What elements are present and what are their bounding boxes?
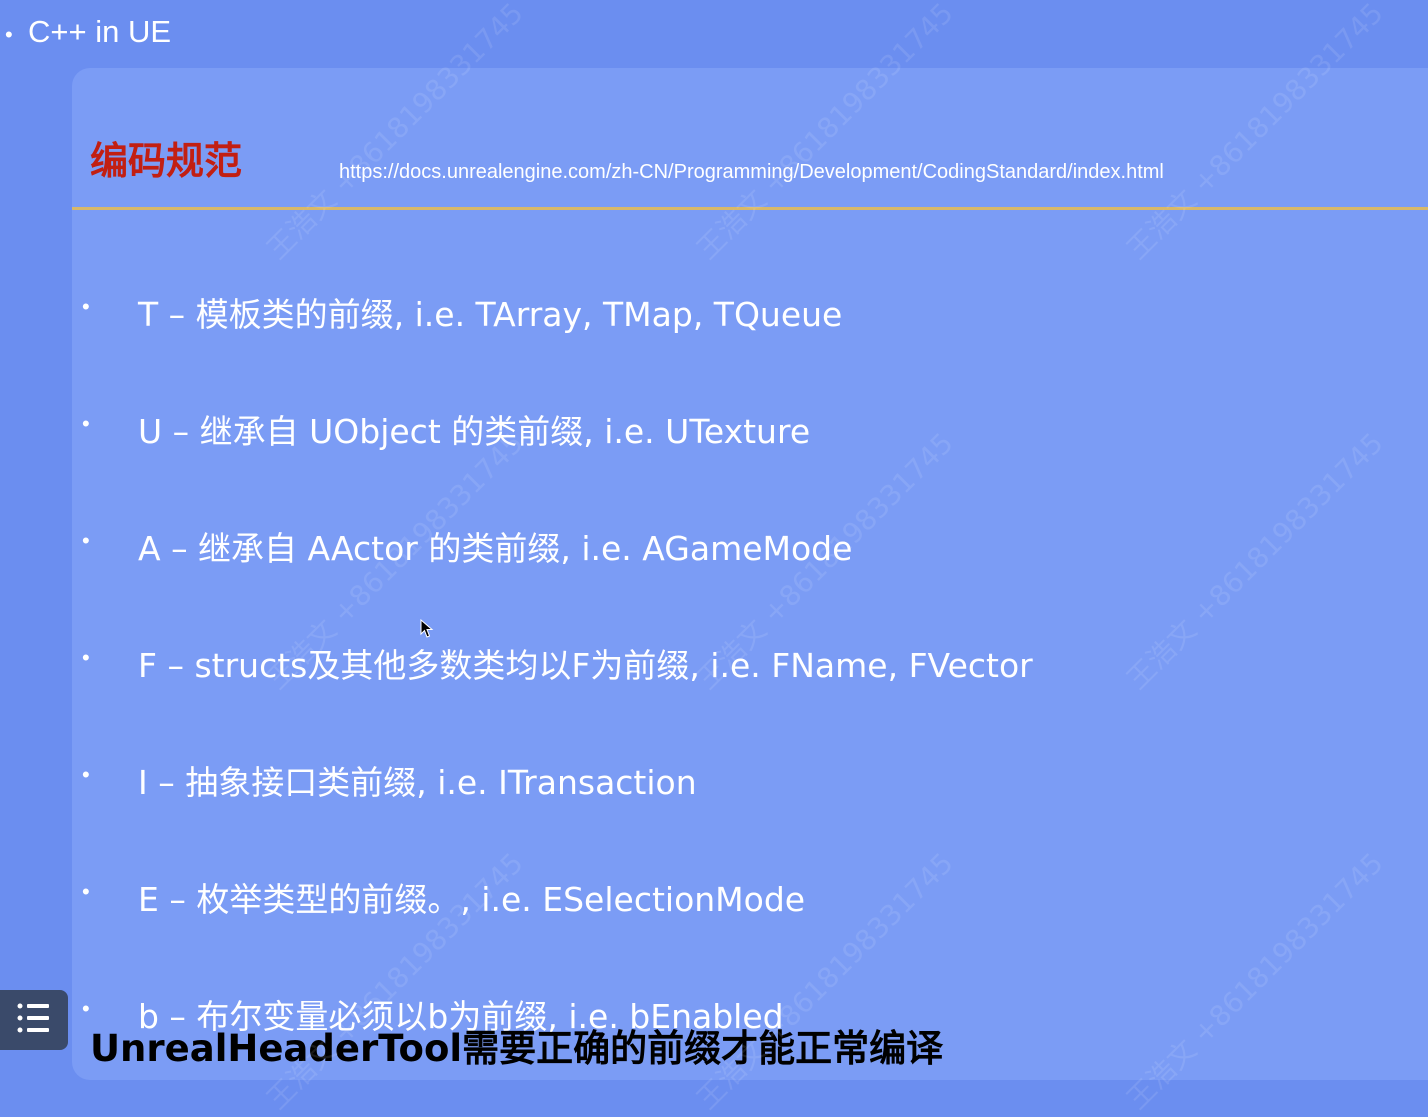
bullet-item-e-prefix: • E – 枚举类型的前缀。, i.e. ESelectionMode [72, 863, 1372, 923]
slide-heading: 编码规范 [90, 139, 243, 183]
bullet-text: T – 模板类的前缀, i.e. TArray, TMap, TQueue [138, 295, 843, 334]
bullet-text: F – structs及其他多数类均以F为前缀, i.e. FName, FVe… [138, 646, 1033, 685]
bullet-marker: • [82, 528, 90, 553]
bullet-item-f-prefix: • F – structs及其他多数类均以F为前缀, i.e. FName, F… [72, 629, 1372, 689]
top-bullet: • [5, 22, 13, 47]
bullet-item-u-prefix: • U – 继承自 UObject 的类前缀, i.e. UTexture [72, 395, 1372, 455]
bullet-marker: • [82, 996, 90, 1021]
bullet-marker: • [82, 294, 90, 319]
bullet-text: A – 继承自 AActor 的类前缀, i.e. AGameMode [138, 529, 853, 568]
slide: 编码规范 https://docs.unrealengine.com/zh-CN… [72, 68, 1428, 1080]
top-bar: • C++ in UE [0, 0, 1428, 68]
bullet-text: I – 抽象接口类前缀, i.e. ITransaction [138, 763, 697, 802]
bullet-item-a-prefix: • A – 继承自 AActor 的类前缀, i.e. AGameMode [72, 512, 1372, 572]
bullet-marker: • [82, 762, 90, 787]
bullet-marker: • [82, 411, 90, 436]
bullet-text: U – 继承自 UObject 的类前缀, i.e. UTexture [138, 412, 811, 451]
bullet-text: E – 枚举类型的前缀。, i.e. ESelectionMode [138, 880, 806, 919]
bullet-marker: • [82, 879, 90, 904]
bullet-item-i-prefix: • I – 抽象接口类前缀, i.e. ITransaction [72, 746, 1372, 806]
mouse-pointer-icon [420, 618, 434, 644]
bullet-marker: • [82, 645, 90, 670]
bottom-note: UnrealHeaderTool需要正确的前缀才能正常编译 [90, 1027, 944, 1070]
bullet-item-t-prefix: • T – 模板类的前缀, i.e. TArray, TMap, TQueue [72, 278, 1372, 338]
heading-divider [72, 207, 1428, 210]
toc-button[interactable] [0, 990, 68, 1050]
page-title: C++ in UE [28, 14, 172, 49]
coding-standard-link[interactable]: https://docs.unrealengine.com/zh-CN/Prog… [339, 161, 1164, 184]
list-icon [16, 1001, 52, 1040]
